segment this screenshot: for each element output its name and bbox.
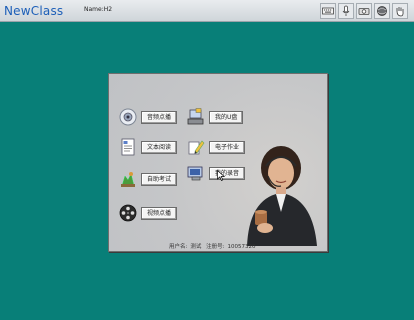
app-my-udisk[interactable]: 我的U盘 [187, 108, 244, 126]
app-text-reading[interactable]: 文本阅读 [119, 138, 178, 156]
app-homework[interactable]: 电子作业 [187, 138, 246, 156]
audio-on-demand-button[interactable]: 音频点播 [141, 110, 178, 124]
mouse-cursor-icon [217, 170, 225, 181]
document-icon [121, 138, 135, 156]
user-name-label: Name:H2 [84, 6, 113, 13]
test-figure-icon [121, 172, 135, 187]
system-tray [318, 3, 408, 19]
speaker-icon [119, 108, 137, 126]
app-brand: NewClass [4, 4, 64, 18]
app-video-on-demand[interactable]: 视频点播 [119, 204, 178, 222]
my-records-button[interactable]: 我的录音 [209, 166, 246, 180]
username-label: 用户名: [169, 244, 188, 250]
launcher-window: 音频点播 我的U盘 文本阅读 电子作业 自助考试 我的录音 视频点播 用户名: … [108, 73, 328, 252]
computer-disk-icon [187, 108, 204, 125]
text-reading-button[interactable]: 文本阅读 [141, 140, 178, 154]
app-self-test[interactable]: 自助考试 [119, 170, 178, 188]
my-udisk-button[interactable]: 我的U盘 [209, 110, 244, 124]
globe-icon[interactable] [374, 3, 390, 19]
top-bar: NewClass Name:H2 [0, 0, 414, 22]
pencil-icon [188, 140, 205, 155]
homework-button[interactable]: 电子作业 [209, 140, 246, 154]
camera-icon[interactable] [356, 3, 372, 19]
app-my-records[interactable]: 我的录音 [187, 164, 246, 182]
self-test-button[interactable]: 自助考试 [141, 172, 178, 186]
regno-label: 注册号: [206, 244, 225, 250]
hand-icon[interactable] [392, 3, 408, 19]
regno-value: 10057320 [227, 244, 256, 250]
keyboard-icon[interactable] [320, 3, 336, 19]
film-reel-icon [119, 204, 137, 222]
microphone-icon[interactable] [338, 3, 354, 19]
app-audio-on-demand[interactable]: 音频点播 [119, 108, 178, 126]
video-on-demand-button[interactable]: 视频点播 [141, 206, 178, 220]
username-value: 测试 [190, 244, 202, 250]
status-line: 用户名: 测试 注册号: 10057320 [169, 242, 258, 250]
recorder-icon [187, 166, 203, 181]
